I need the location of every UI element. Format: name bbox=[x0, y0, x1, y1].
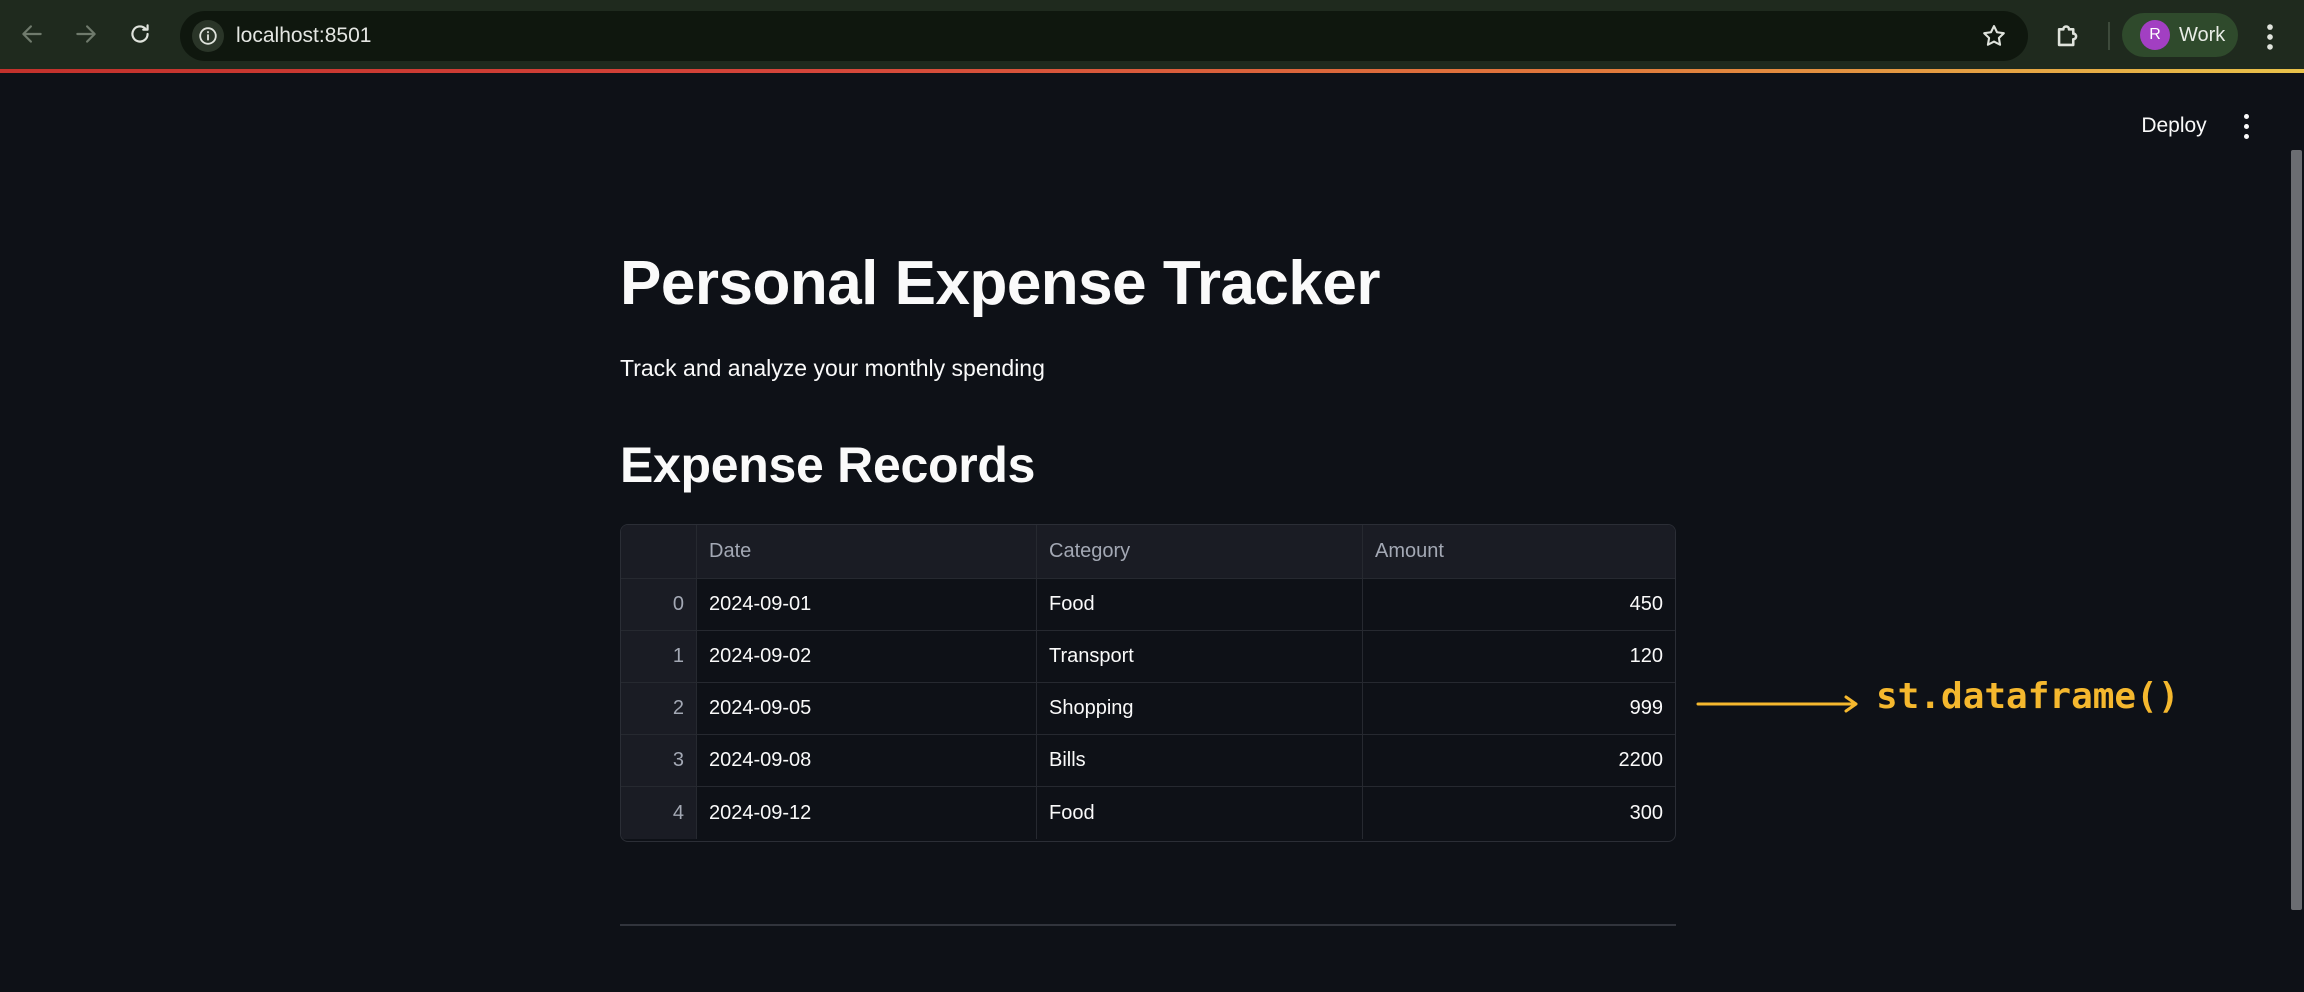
profile-label: Work bbox=[2179, 23, 2226, 46]
extensions-puzzle-icon[interactable] bbox=[2052, 18, 2086, 52]
table-row: 2 2024-09-05 Shopping 999 bbox=[621, 683, 1675, 735]
reload-button[interactable] bbox=[122, 16, 158, 52]
row-index[interactable]: 2 bbox=[621, 683, 697, 734]
table-header-row: Date Category Amount bbox=[621, 525, 1675, 579]
category-column-header[interactable]: Category bbox=[1037, 525, 1363, 578]
table-row: 3 2024-09-08 Bills 2200 bbox=[621, 735, 1675, 787]
avatar: R bbox=[2140, 20, 2170, 50]
forward-button[interactable] bbox=[68, 16, 104, 52]
site-info-button[interactable] bbox=[192, 20, 224, 52]
amount-cell[interactable]: 300 bbox=[1363, 787, 1675, 839]
amount-column-header[interactable]: Amount bbox=[1363, 525, 1675, 578]
arrow-left-icon bbox=[22, 25, 42, 43]
reload-icon bbox=[131, 24, 149, 43]
date-cell[interactable]: 2024-09-08 bbox=[697, 735, 1037, 786]
date-column-header[interactable]: Date bbox=[697, 525, 1037, 578]
category-cell[interactable]: Food bbox=[1037, 579, 1363, 630]
amount-cell[interactable]: 120 bbox=[1363, 631, 1675, 682]
section-title: Expense Records bbox=[620, 437, 1036, 493]
table-row: 4 2024-09-12 Food 300 bbox=[621, 787, 1675, 839]
url-text[interactable]: localhost:8501 bbox=[236, 24, 371, 48]
info-icon bbox=[199, 27, 217, 45]
arrow-right-icon bbox=[76, 25, 96, 43]
category-cell[interactable]: Food bbox=[1037, 787, 1363, 839]
table-row: 1 2024-09-02 Transport 120 bbox=[621, 631, 1675, 683]
row-index[interactable]: 3 bbox=[621, 735, 697, 786]
browser-menu-kebab-icon[interactable] bbox=[2256, 20, 2284, 54]
annotation-arrow-icon bbox=[1696, 695, 1858, 713]
back-button[interactable] bbox=[14, 16, 50, 52]
scrollbar-thumb[interactable] bbox=[2291, 150, 2302, 910]
index-column-header[interactable] bbox=[621, 525, 697, 578]
category-cell[interactable]: Transport bbox=[1037, 631, 1363, 682]
amount-cell[interactable]: 450 bbox=[1363, 579, 1675, 630]
bookmark-star-icon[interactable] bbox=[1980, 22, 2008, 50]
category-cell[interactable]: Bills bbox=[1037, 735, 1363, 786]
browser-toolbar: localhost:8501 R Work bbox=[0, 0, 2304, 72]
row-index[interactable]: 0 bbox=[621, 579, 697, 630]
toolbar-separator bbox=[2108, 22, 2110, 50]
table-row: 0 2024-09-01 Food 450 bbox=[621, 579, 1675, 631]
category-cell[interactable]: Shopping bbox=[1037, 683, 1363, 734]
page-subtitle: Track and analyze your monthly spending bbox=[620, 355, 1045, 381]
app-main-menu-icon[interactable] bbox=[2234, 110, 2258, 142]
content-divider bbox=[620, 924, 1676, 926]
profile-button[interactable]: R Work bbox=[2122, 13, 2238, 57]
amount-cell[interactable]: 999 bbox=[1363, 683, 1675, 734]
date-cell[interactable]: 2024-09-05 bbox=[697, 683, 1037, 734]
row-index[interactable]: 4 bbox=[621, 787, 697, 839]
page-title: Personal Expense Tracker bbox=[620, 249, 1381, 318]
date-cell[interactable]: 2024-09-02 bbox=[697, 631, 1037, 682]
deploy-button[interactable]: Deploy bbox=[2130, 110, 2218, 142]
date-cell[interactable]: 2024-09-01 bbox=[697, 579, 1037, 630]
toolbar-accent-line bbox=[0, 69, 2304, 73]
annotation-label: st.dataframe() bbox=[1876, 676, 2180, 717]
expense-dataframe[interactable]: Date Category Amount 0 2024-09-01 Food 4… bbox=[620, 524, 1676, 842]
amount-cell[interactable]: 2200 bbox=[1363, 735, 1675, 786]
date-cell[interactable]: 2024-09-12 bbox=[697, 787, 1037, 839]
address-bar[interactable]: localhost:8501 bbox=[180, 11, 2028, 61]
row-index[interactable]: 1 bbox=[621, 631, 697, 682]
